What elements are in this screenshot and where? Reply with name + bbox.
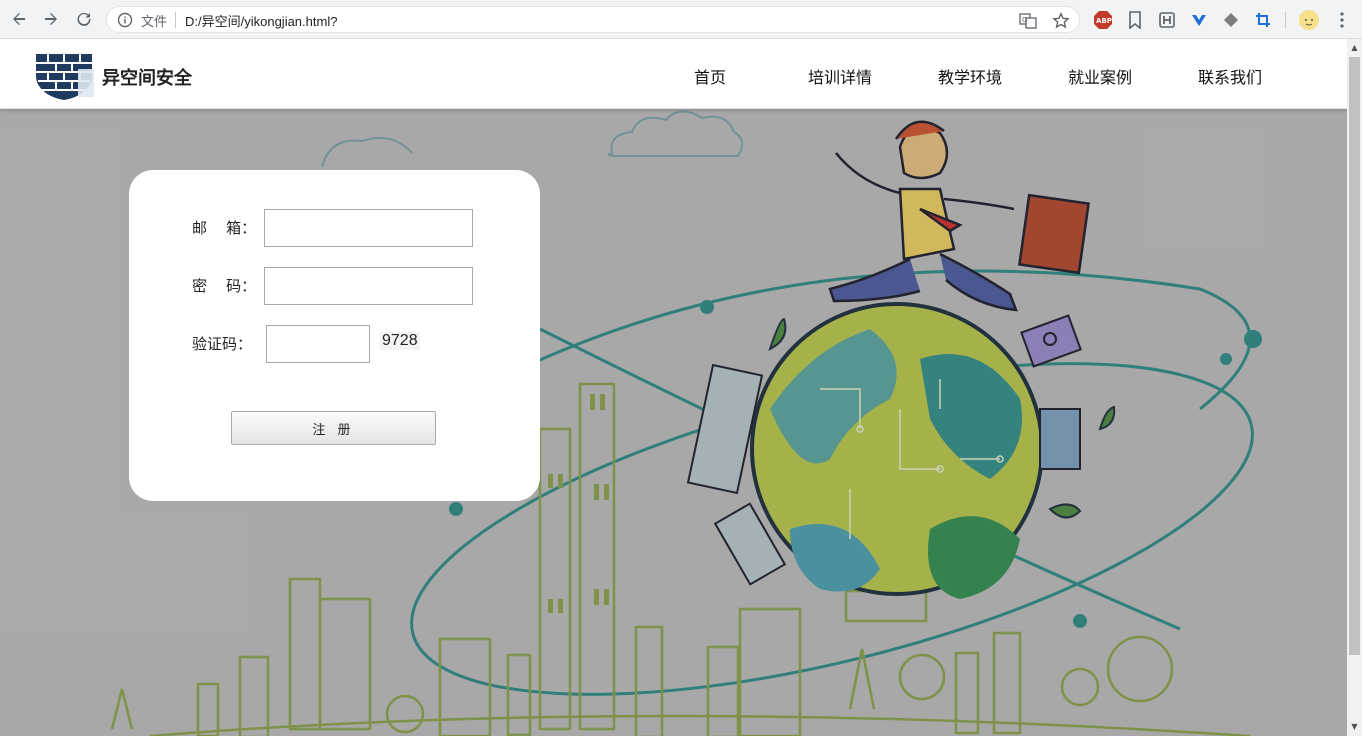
h-icon[interactable] xyxy=(1157,10,1177,30)
orbit-bead xyxy=(1220,353,1232,365)
nav-employment-cases[interactable]: 就业案例 xyxy=(1068,64,1132,88)
email-input[interactable] xyxy=(264,209,473,247)
info-icon[interactable] xyxy=(117,12,133,28)
brick-shield-logo-icon[interactable] xyxy=(34,51,94,101)
file-scheme-label: 文件 xyxy=(141,15,168,30)
v-icon[interactable] xyxy=(1189,10,1209,30)
profile-avatar[interactable] xyxy=(1299,10,1319,30)
register-button[interactable]: 注 册 xyxy=(231,411,436,445)
site-header: 异空间安全 首页 培训详情 教学环境 就业案例 联系我们 xyxy=(0,39,1347,109)
orbit-bead xyxy=(1073,614,1087,628)
captcha-label: 验证码： xyxy=(192,335,253,353)
star-icon[interactable] xyxy=(1052,12,1070,30)
back-icon[interactable] xyxy=(8,8,30,30)
crop-icon[interactable] xyxy=(1253,10,1273,30)
captcha-code[interactable]: 9728 xyxy=(380,332,420,350)
brand-name[interactable]: 异空间安全 xyxy=(102,64,192,90)
page-scrollbar[interactable]: ▲ ▼ xyxy=(1347,39,1362,736)
translate-icon[interactable]: G xyxy=(1019,12,1037,30)
reload-icon[interactable] xyxy=(73,8,95,30)
nav-training-details[interactable]: 培训详情 xyxy=(808,64,872,88)
browser-toolbar: 文件 D:/异空间/yikongjian.html? G ABP xyxy=(0,0,1362,39)
orbit-bead xyxy=(449,502,463,516)
nav-contact-us[interactable]: 联系我们 xyxy=(1198,64,1262,88)
nav-home[interactable]: 首页 xyxy=(694,64,726,88)
forward-icon[interactable] xyxy=(40,8,62,30)
password-label: 密 码： xyxy=(192,277,257,295)
scroll-thumb[interactable] xyxy=(1349,57,1360,655)
password-input[interactable] xyxy=(264,267,473,305)
scroll-down-icon[interactable]: ▼ xyxy=(1350,722,1359,731)
url-text[interactable]: D:/异空间/yikongjian.html? xyxy=(185,11,337,30)
menu-kebab-icon[interactable] xyxy=(1332,10,1352,30)
scroll-up-icon[interactable]: ▲ xyxy=(1350,43,1359,52)
orbit-bead xyxy=(700,300,714,314)
nav-teaching-environment[interactable]: 教学环境 xyxy=(938,64,1002,88)
page-viewport: 异空间安全 首页 培训详情 教学环境 就业案例 联系我们 邮 箱： 密 码： 验… xyxy=(0,39,1347,736)
captcha-input[interactable] xyxy=(266,325,370,363)
svg-text:ABP: ABP xyxy=(1096,17,1112,25)
toolbar-divider xyxy=(1285,12,1286,28)
circuit-globe xyxy=(750,302,1044,599)
orbit-bead xyxy=(1244,330,1262,348)
bookmark-icon[interactable] xyxy=(1125,10,1145,30)
address-bar[interactable]: 文件 D:/异空间/yikongjian.html? G xyxy=(106,6,1080,33)
diamond-icon[interactable] xyxy=(1221,10,1241,30)
svg-text:G: G xyxy=(1022,16,1027,24)
email-label: 邮 箱： xyxy=(192,219,257,237)
register-form-card: 邮 箱： 密 码： 验证码： 9728 注 册 xyxy=(129,170,540,501)
adblock-icon[interactable]: ABP xyxy=(1093,10,1113,30)
omnibox-divider xyxy=(175,12,176,28)
